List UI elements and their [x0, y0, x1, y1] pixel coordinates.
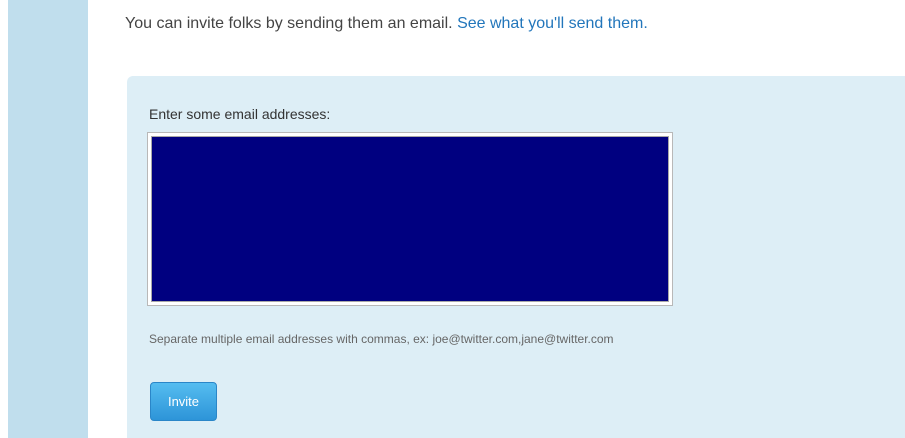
email-addresses-label: Enter some email addresses:: [149, 106, 331, 122]
preview-email-link[interactable]: See what you'll send them.: [457, 15, 648, 32]
intro-text: You can invite folks by sending them an …: [125, 15, 648, 33]
invite-panel: Enter some email addresses: Separate mul…: [127, 76, 905, 438]
email-format-hint: Separate multiple email addresses with c…: [149, 332, 614, 346]
intro-message: You can invite folks by sending them an …: [125, 15, 453, 32]
invite-page: You can invite folks by sending them an …: [0, 0, 905, 438]
email-addresses-textarea[interactable]: [148, 133, 672, 305]
invite-button[interactable]: Invite: [150, 382, 217, 421]
left-sidebar: [8, 0, 88, 438]
